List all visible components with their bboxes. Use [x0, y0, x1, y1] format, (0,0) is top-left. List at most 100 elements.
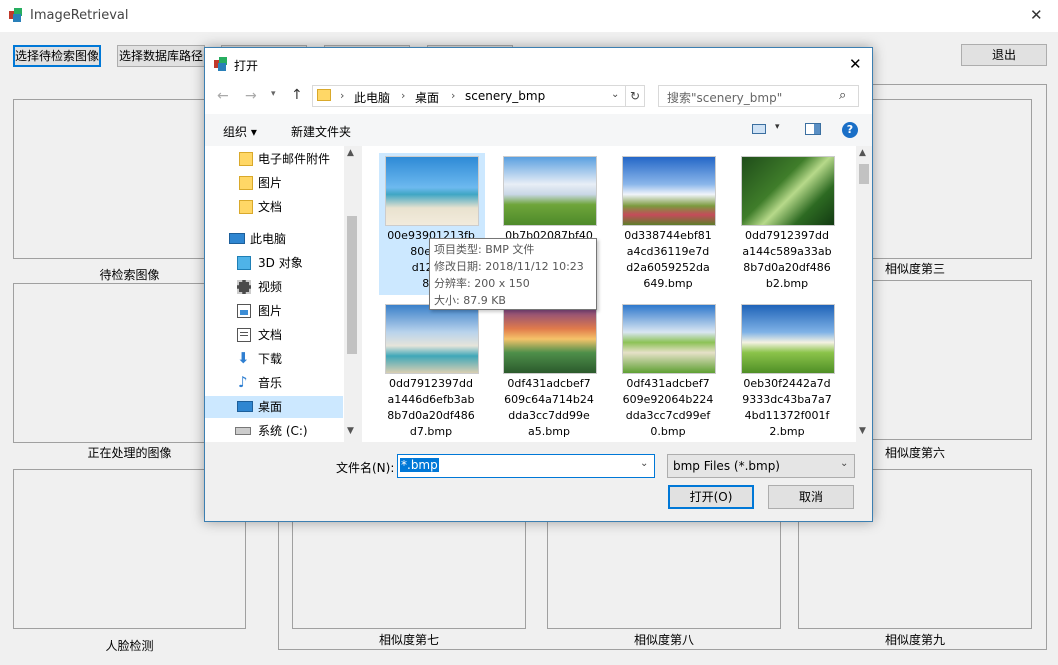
- breadcrumb-this-pc[interactable]: 此电脑: [354, 89, 390, 106]
- new-folder-button[interactable]: 新建文件夹: [291, 123, 351, 140]
- drive-icon: [235, 427, 251, 435]
- tooltip-type: 项目类型: BMP 文件: [434, 243, 535, 256]
- search-icon: ⌕: [839, 88, 847, 103]
- breadcrumb-sep-icon: ›: [451, 89, 456, 102]
- similarity-7-label: 相似度第七: [378, 633, 439, 647]
- preview-pane-icon[interactable]: [805, 123, 821, 135]
- app-title: ImageRetrieval: [30, 8, 129, 23]
- address-bar[interactable]: › 此电脑 › 桌面 › scenery_bmp ⌄: [312, 85, 643, 107]
- exit-button[interactable]: 退出: [961, 44, 1047, 66]
- file-name[interactable]: 0dd7912397dd a1446d6efb3ab 8b7d0a20df486…: [375, 376, 487, 440]
- organize-button[interactable]: 组织 ▾: [223, 123, 257, 140]
- nav-item-downloads[interactable]: ⬇ 下载: [205, 348, 343, 370]
- open-button[interactable]: 打开(O): [668, 485, 754, 509]
- video-icon: [237, 280, 251, 294]
- nav-item-documents-fav[interactable]: 文档: [205, 196, 343, 218]
- address-dropdown-icon[interactable]: ⌄: [611, 89, 619, 100]
- cancel-button[interactable]: 取消: [768, 485, 854, 509]
- desktop-icon: [237, 401, 253, 412]
- select-db-path-button[interactable]: 选择数据库路径: [117, 45, 205, 67]
- file-thumbnail[interactable]: [385, 304, 479, 374]
- folder-icon: [239, 200, 253, 214]
- file-thumbnail[interactable]: [741, 156, 835, 226]
- nav-item-email-attachments[interactable]: 电子邮件附件: [205, 148, 343, 170]
- file-type-value: bmp Files (*.bmp): [673, 459, 780, 473]
- dialog-app-icon: [214, 57, 228, 71]
- filename-dropdown-icon[interactable]: ⌄: [640, 458, 648, 469]
- nav-item-videos[interactable]: 视频: [205, 276, 343, 298]
- forward-arrow-icon[interactable]: →: [245, 88, 257, 104]
- nav-item-this-pc[interactable]: 此电脑: [205, 228, 343, 250]
- app-title-bar: ImageRetrieval ✕: [0, 0, 1058, 32]
- pictures-icon: [237, 304, 251, 318]
- file-thumbnail[interactable]: [741, 304, 835, 374]
- filename-input[interactable]: *.bmp ⌄: [397, 454, 655, 478]
- select-query-image-button[interactable]: 选择待检索图像: [13, 45, 101, 67]
- tooltip-size: 大小: 87.9 KB: [434, 294, 506, 307]
- file-name[interactable]: 0dd7912397dd a144c589a33ab 8b7d0a20df486…: [731, 228, 843, 292]
- file-thumbnail[interactable]: [622, 156, 716, 226]
- download-icon: ⬇: [237, 349, 250, 367]
- scroll-up-icon[interactable]: ▲: [347, 148, 354, 158]
- file-name[interactable]: 0eb30f2442a7d 9333dc43ba7a7 4bd11372f001…: [731, 376, 843, 440]
- breadcrumb-desktop[interactable]: 桌面: [415, 89, 439, 106]
- file-view-scrollbar[interactable]: ▲ ▼: [856, 146, 872, 442]
- app-icon: [9, 8, 23, 22]
- nav-scrollbar[interactable]: ▲ ▼: [344, 146, 360, 442]
- scroll-thumb[interactable]: [347, 216, 357, 354]
- file-type-filter[interactable]: bmp Files (*.bmp) ⌄: [667, 454, 855, 478]
- navigation-pane: 电子邮件附件 图片 文档 此电脑 3D 对象 视频 图片 文档 ⬇ 下载 ♪ 音…: [205, 146, 360, 442]
- view-dropdown-icon[interactable]: ▾: [775, 122, 780, 132]
- up-arrow-icon[interactable]: ↑: [291, 87, 303, 103]
- folder-icon: [239, 152, 253, 166]
- nav-item-documents[interactable]: 文档: [205, 324, 343, 346]
- music-icon: ♪: [238, 373, 248, 391]
- breadcrumb-sep-icon: ›: [401, 89, 406, 102]
- file-thumbnail[interactable]: [385, 156, 479, 226]
- nav-item-music[interactable]: ♪ 音乐: [205, 372, 343, 394]
- search-box[interactable]: 搜索"scenery_bmp" ⌕: [658, 85, 859, 107]
- view-options-icon[interactable]: [752, 124, 766, 134]
- nav-item-3d-objects[interactable]: 3D 对象: [205, 252, 343, 274]
- folder-icon: [317, 89, 331, 101]
- nav-item-desktop[interactable]: 桌面: [205, 396, 343, 418]
- 3d-objects-icon: [237, 256, 251, 270]
- file-tooltip: 项目类型: BMP 文件 修改日期: 2018/11/12 10:23 分辨率:…: [429, 238, 597, 310]
- file-thumbnail[interactable]: [503, 156, 597, 226]
- open-file-dialog: 打开 ✕ ← → ▾ ↑ › 此电脑 › 桌面 › scenery_bmp ⌄ …: [204, 47, 873, 522]
- refresh-button[interactable]: ↻: [625, 85, 645, 107]
- filename-value: *.bmp: [400, 458, 439, 472]
- computer-icon: [229, 233, 245, 244]
- breadcrumb-scenery[interactable]: scenery_bmp: [465, 89, 545, 103]
- command-bar: 组织 ▾ 新建文件夹 ▾ ?: [205, 114, 872, 146]
- help-icon[interactable]: ?: [842, 122, 858, 138]
- file-thumbnail[interactable]: [622, 304, 716, 374]
- file-name[interactable]: 0df431adcbef7 609e92064b224 dda3cc7cd99e…: [612, 376, 724, 440]
- scroll-down-icon[interactable]: ▼: [347, 426, 354, 436]
- file-name[interactable]: 0d338744ebf81 a4cd36119e7d d2a6059252da …: [612, 228, 724, 292]
- nav-item-pictures-fav[interactable]: 图片: [205, 172, 343, 194]
- dialog-title: 打开: [234, 59, 259, 73]
- search-placeholder: 搜索"scenery_bmp": [667, 91, 783, 105]
- file-thumbnail[interactable]: [503, 304, 597, 374]
- tooltip-date: 修改日期: 2018/11/12 10:23: [434, 260, 584, 273]
- breadcrumb-sep-icon: ›: [340, 89, 345, 102]
- app-close-button[interactable]: ✕: [1030, 6, 1043, 24]
- tooltip-dims: 分辨率: 200 x 150: [434, 277, 530, 290]
- filter-dropdown-icon[interactable]: ⌄: [840, 458, 848, 469]
- scroll-up-icon[interactable]: ▲: [859, 148, 866, 158]
- nav-item-pictures[interactable]: 图片: [205, 300, 343, 322]
- similarity-8-label: 相似度第八: [633, 633, 694, 647]
- nav-bar: ← → ▾ ↑ › 此电脑 › 桌面 › scenery_bmp ⌄ ↻ 搜索"…: [205, 80, 872, 114]
- scroll-down-icon[interactable]: ▼: [859, 426, 866, 436]
- folder-icon: [239, 176, 253, 190]
- filename-label: 文件名(N):: [336, 461, 395, 475]
- recent-chevron-icon[interactable]: ▾: [271, 89, 276, 99]
- nav-item-system-drive[interactable]: 系统 (C:): [205, 420, 343, 442]
- scroll-thumb[interactable]: [859, 164, 869, 184]
- back-arrow-icon[interactable]: ←: [217, 88, 229, 104]
- documents-icon: [237, 328, 251, 342]
- dialog-close-button[interactable]: ✕: [849, 55, 862, 73]
- file-name[interactable]: 0df431adcbef7 609c64a714b24 dda3cc7dd99e…: [493, 376, 605, 440]
- dialog-title-bar: 打开 ✕: [205, 48, 872, 80]
